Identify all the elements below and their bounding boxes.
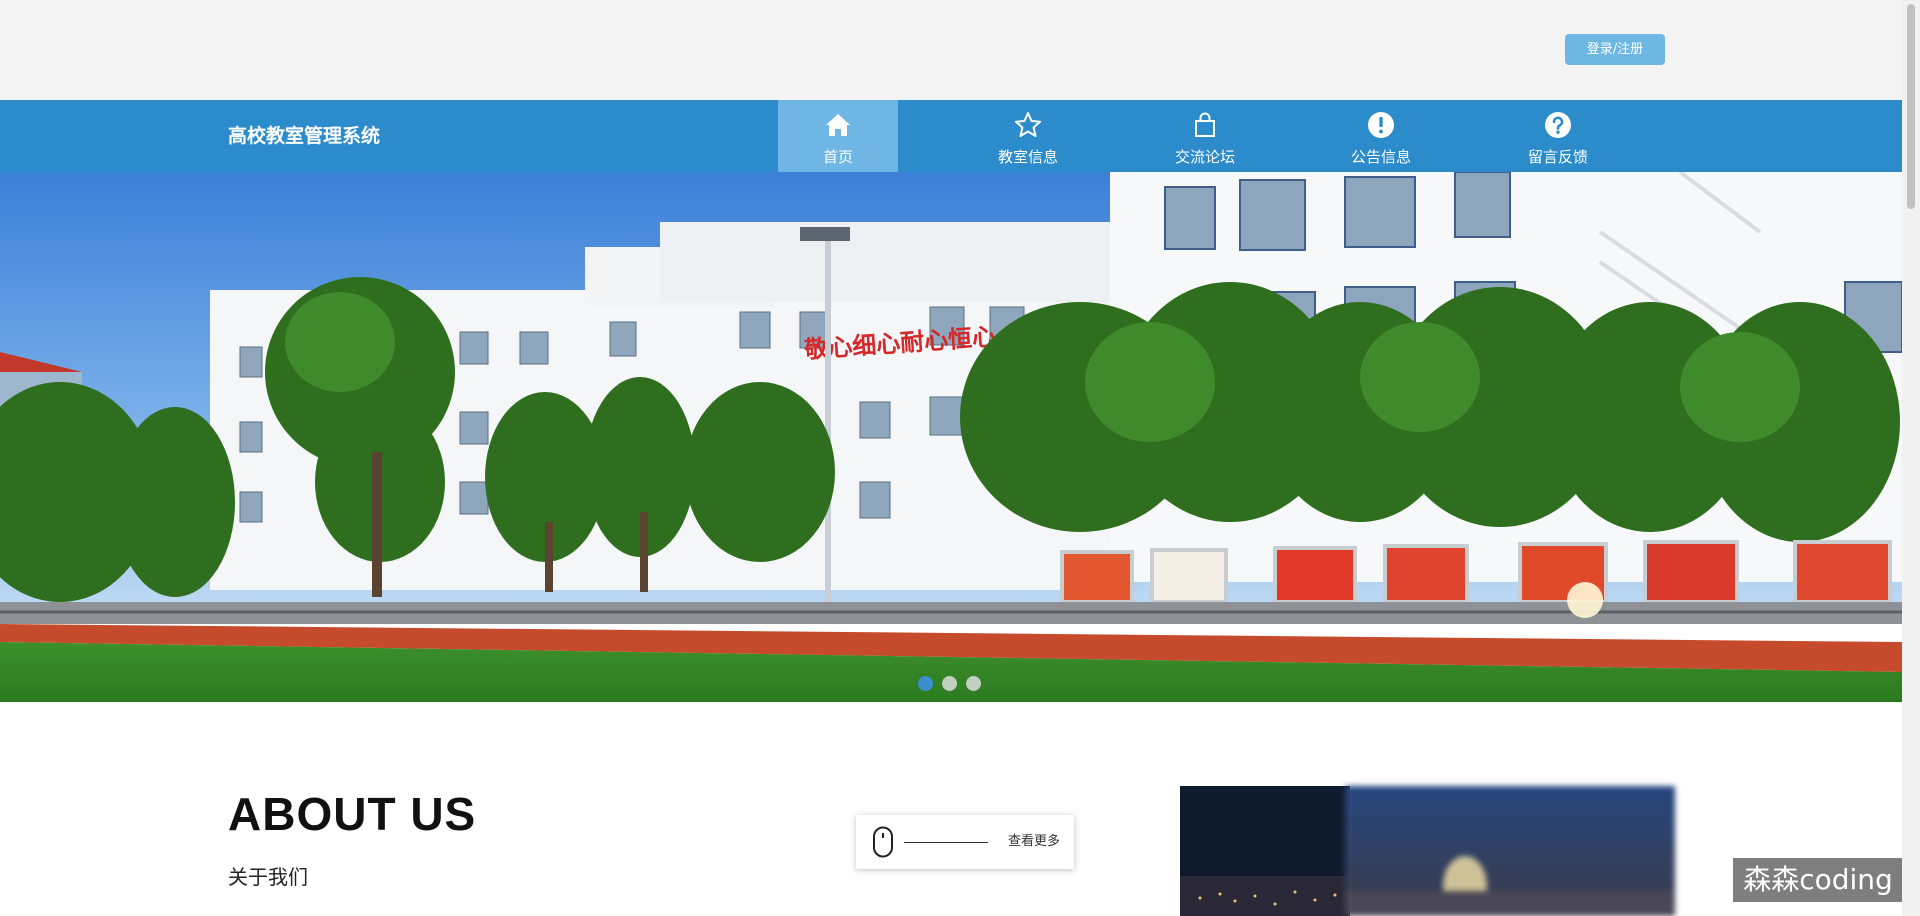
about-photo-blurred bbox=[1345, 786, 1675, 916]
question-circle-icon bbox=[1545, 112, 1571, 138]
nav-item-forum[interactable]: 交流论坛 bbox=[1145, 100, 1265, 172]
carousel-dot-2[interactable] bbox=[942, 676, 957, 691]
about-photo-city-night bbox=[1180, 786, 1350, 916]
nav-label-feedback: 留言反馈 bbox=[1527, 148, 1588, 166]
nav-label-announcements: 公告信息 bbox=[1350, 148, 1411, 166]
view-more-label: 查看更多 bbox=[1008, 834, 1061, 849]
nav-label-forum: 交流论坛 bbox=[1174, 148, 1235, 166]
nav-item-home[interactable]: 首页 bbox=[778, 100, 898, 172]
mouse-icon bbox=[873, 826, 893, 858]
nav-item-classroom-info[interactable]: 教室信息 bbox=[968, 100, 1088, 172]
top-strip: 登录/注册 bbox=[0, 0, 1902, 100]
page: 登录/注册 高校教室管理系统 首页 教室信息 交流论坛 公告信息 留言反馈 敬心… bbox=[0, 0, 1920, 916]
scrollbar-thumb[interactable] bbox=[1907, 4, 1915, 209]
login-register-button[interactable]: 登录/注册 bbox=[1565, 34, 1665, 65]
page-scrollbar[interactable] bbox=[1902, 0, 1920, 916]
shopping-bag-icon bbox=[1195, 112, 1215, 137]
carousel-dot-3[interactable] bbox=[966, 676, 981, 691]
divider-line bbox=[904, 842, 988, 843]
watermark: 森森coding bbox=[1733, 858, 1903, 902]
main-nav: 高校教室管理系统 首页 教室信息 交流论坛 公告信息 留言反馈 bbox=[0, 100, 1902, 172]
star-icon bbox=[1015, 112, 1041, 137]
about-title: ABOUT US bbox=[228, 788, 477, 840]
home-icon bbox=[826, 114, 850, 136]
nav-item-feedback[interactable]: 留言反馈 bbox=[1498, 100, 1618, 172]
about-subtitle: 关于我们 bbox=[228, 865, 308, 889]
nav-item-announcements[interactable]: 公告信息 bbox=[1321, 100, 1441, 172]
campus-photo: 敬心细心耐心恒心 bbox=[0, 172, 1902, 702]
nav-label-home: 首页 bbox=[822, 148, 853, 166]
site-title: 高校教室管理系统 bbox=[228, 125, 381, 147]
exclamation-circle-icon bbox=[1368, 112, 1394, 138]
nav-label-classroom-info: 教室信息 bbox=[997, 148, 1058, 166]
hero-banner[interactable]: 敬心细心耐心恒心 bbox=[0, 172, 1902, 702]
carousel-dot-1[interactable] bbox=[918, 676, 933, 691]
view-more-button[interactable]: 查看更多 bbox=[856, 815, 1074, 869]
